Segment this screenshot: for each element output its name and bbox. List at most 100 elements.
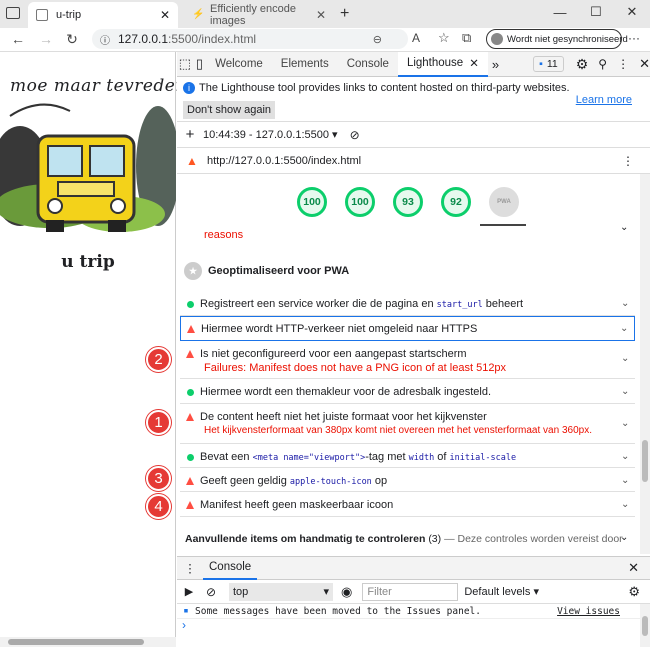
- console-toolbar: ▶ ⊘ top ▾ ◉ Filter Default levels ▾ ⚙: [177, 580, 650, 604]
- issues-counter[interactable]: ▪ 11: [533, 56, 564, 72]
- lighthouse-icon: ⚡: [192, 9, 205, 20]
- audit-viewport-size[interactable]: De content heeft niet het juiste formaat…: [180, 404, 635, 444]
- console-scrollbar[interactable]: [640, 604, 650, 647]
- more-options-icon[interactable]: ⋮: [617, 57, 629, 71]
- report-url-bar: ▲ http://127.0.0.1:5500/index.html ⋮: [177, 148, 650, 174]
- clear-console-icon[interactable]: ⊘: [201, 585, 221, 599]
- settings-menu-icon[interactable]: ···: [628, 31, 640, 45]
- audit-https-redirect[interactable]: Hiermee wordt HTTP-verkeer niet omgeleid…: [180, 316, 635, 341]
- manual-checks-header[interactable]: Aanvullende items om handmatig te contro…: [185, 533, 625, 545]
- back-icon[interactable]: ←: [8, 29, 28, 49]
- learn-more-link[interactable]: Learn more: [576, 94, 632, 106]
- audit-meta-viewport[interactable]: Bevat een <meta name="viewport">-tag met…: [180, 444, 635, 468]
- read-aloud-icon[interactable]: A: [412, 31, 420, 45]
- audit-apple-touch-icon[interactable]: Geeft geen geldig apple-touch-icon op ⌄: [180, 468, 635, 492]
- drawer-menu-icon[interactable]: ⋮: [177, 561, 203, 575]
- console-drawer-header: ⋮ Console ✕: [177, 556, 650, 580]
- eye-icon[interactable]: ◉: [341, 584, 352, 600]
- pass-icon: [186, 301, 194, 308]
- scroll-thumb[interactable]: [642, 616, 648, 636]
- score-accessibility[interactable]: 100: [345, 187, 375, 217]
- run-toolbar: + 10:44:39 - 127.0.0.1:5500 ▾ ⊘: [177, 122, 650, 148]
- selected-score-indicator: [480, 224, 526, 226]
- more-tabs-button[interactable]: »: [492, 57, 499, 72]
- chevron-down-icon: ⌄: [621, 386, 630, 397]
- scroll-thumb[interactable]: [642, 440, 648, 482]
- favorite-icon[interactable]: ☆: [438, 30, 450, 46]
- info-bar: i The Lighthouse tool provides links to …: [177, 77, 650, 122]
- manual-count: (3): [428, 533, 442, 545]
- score-seo[interactable]: 92: [441, 187, 471, 217]
- audit-text: of: [437, 451, 447, 463]
- score-value: 100: [345, 187, 375, 217]
- chevron-down-icon[interactable]: ⌄: [620, 222, 628, 233]
- url-host: 127.0.0.1: [118, 32, 169, 46]
- manual-desc: — Deze controles worden vereist door de: [444, 533, 625, 545]
- close-tab-icon[interactable]: ✕: [469, 56, 479, 70]
- address-input[interactable]: ⓘ 127.0.0.1:5500/index.html ⊖: [92, 29, 408, 49]
- close-devtools-icon[interactable]: ✕: [639, 56, 650, 72]
- zoom-icon[interactable]: ⊖: [373, 33, 382, 46]
- tab-elements[interactable]: Elements: [272, 52, 338, 77]
- audit-text: De content heeft niet het juiste formaat…: [200, 411, 487, 423]
- vertical-scrollbar[interactable]: [640, 174, 650, 554]
- audit-maskable-icon[interactable]: Manifest heeft geen maskeerbaar icoon ⌄: [180, 492, 635, 517]
- close-window-icon[interactable]: ✕: [614, 0, 650, 24]
- sync-button[interactable]: Wordt niet gesynchroniseerd: [486, 29, 628, 49]
- audit-splash-screen[interactable]: Is niet geconfigureerd voor een aangepas…: [180, 341, 635, 379]
- score-performance[interactable]: 100: [297, 187, 327, 217]
- tab-lighthouse[interactable]: Lighthouse ✕: [397, 51, 488, 77]
- audit-text: Geeft geen geldig: [200, 475, 287, 487]
- audit-text: op: [374, 475, 388, 487]
- chevron-down-icon[interactable]: ⌄: [620, 532, 628, 543]
- score-pwa[interactable]: PWA: [489, 187, 519, 217]
- close-drawer-icon[interactable]: ✕: [628, 560, 639, 576]
- avatar: [491, 33, 503, 45]
- chevron-down-icon: ⌄: [621, 475, 630, 486]
- view-issues-link[interactable]: View issues: [557, 606, 620, 617]
- maximize-icon[interactable]: ☐: [578, 0, 614, 24]
- tab-encode-images[interactable]: ⚡ Efficiently encode images ✕: [184, 2, 334, 28]
- device-toolbar-icon[interactable]: ▯: [193, 56, 206, 72]
- close-tab-icon[interactable]: ✕: [160, 8, 170, 22]
- scroll-thumb[interactable]: [8, 639, 144, 645]
- collections-icon[interactable]: ⧉: [462, 30, 471, 46]
- new-report-icon[interactable]: +: [177, 126, 203, 143]
- new-tab-button[interactable]: +: [340, 5, 349, 23]
- chevron-down-icon: ▾: [323, 586, 329, 598]
- context-select[interactable]: top ▾: [229, 582, 333, 601]
- horizontal-scrollbar[interactable]: [0, 637, 176, 647]
- filter-input[interactable]: Filter: [362, 582, 459, 601]
- console-settings-icon[interactable]: ⚙: [628, 584, 640, 600]
- inspect-icon[interactable]: ⬚: [177, 56, 193, 72]
- score-best-practices[interactable]: 93: [393, 187, 423, 217]
- callout-badge-1: 1: [146, 410, 171, 435]
- log-levels-select[interactable]: Default levels ▾: [464, 585, 539, 598]
- settings-gear-icon[interactable]: ⚙: [576, 56, 589, 73]
- sidebar-toggle-icon[interactable]: ▶: [177, 585, 201, 598]
- audit-theme-color[interactable]: Hiermee wordt een themakleur voor de adr…: [180, 379, 635, 404]
- console-prompt[interactable]: ›: [182, 618, 186, 632]
- report-select[interactable]: 10:44:39 - 127.0.0.1:5500 ▾: [203, 128, 338, 141]
- audit-text: Manifest heeft geen maskeerbaar icoon: [200, 499, 394, 511]
- close-tab-icon[interactable]: ✕: [316, 8, 326, 22]
- reload-icon[interactable]: ↻: [62, 29, 82, 49]
- audit-service-worker[interactable]: Registreert een service worker die de pa…: [180, 291, 635, 316]
- levels-label: Default levels: [464, 586, 531, 598]
- clear-icon[interactable]: ⊘: [350, 128, 360, 142]
- sync-label: Wordt niet gesynchroniseerd: [507, 33, 628, 45]
- tab-console[interactable]: Console: [338, 52, 398, 77]
- page-icon: [36, 9, 48, 21]
- chevron-down-icon: ⌄: [620, 323, 629, 334]
- minimize-icon[interactable]: —: [542, 0, 578, 24]
- customize-icon[interactable]: ⚲: [598, 57, 607, 71]
- dont-show-button[interactable]: Don't show again: [183, 101, 276, 119]
- tab-u-trip[interactable]: u-trip ✕: [28, 2, 178, 28]
- tab-console-drawer[interactable]: Console: [203, 556, 258, 580]
- audit-text: Bevat een: [200, 451, 250, 463]
- issues-count: 11: [546, 58, 558, 70]
- code-text: <meta name="viewport">: [252, 453, 366, 463]
- tab-welcome[interactable]: Welcome: [206, 52, 272, 77]
- report-menu-icon[interactable]: ⋮: [622, 154, 634, 168]
- tab-actions-icon[interactable]: [6, 7, 20, 19]
